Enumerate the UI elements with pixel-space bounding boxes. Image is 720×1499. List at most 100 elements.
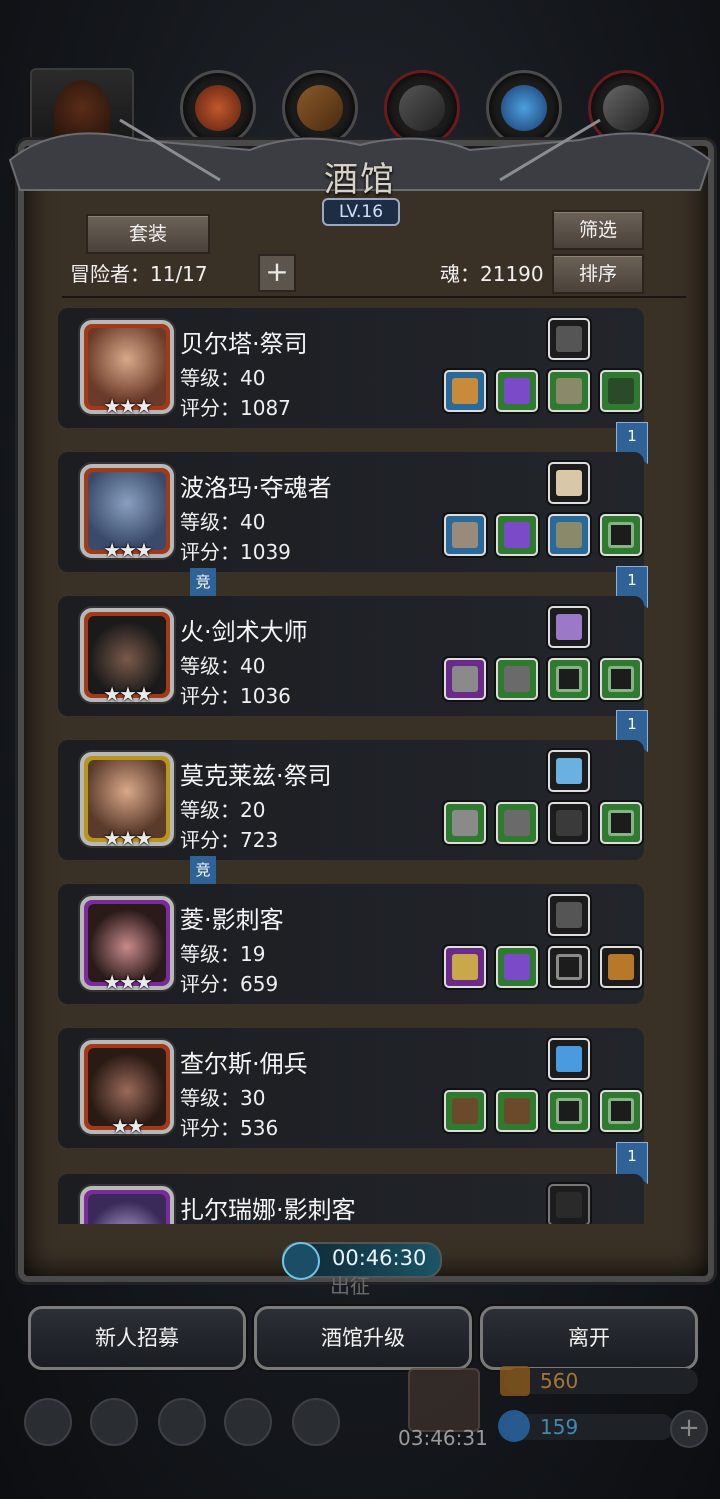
weapon-slot[interactable] xyxy=(444,1090,486,1132)
ring-slot[interactable] xyxy=(548,946,590,988)
hero-level: 等级：40 xyxy=(180,510,266,534)
armor-slot[interactable] xyxy=(496,514,538,556)
hero-card[interactable]: ★★ 查尔斯·佣兵 等级：30 评分：536 xyxy=(58,1028,644,1148)
sort-button[interactable]: 排序 xyxy=(552,254,644,294)
hero-list[interactable]: ★★★ 贝尔塔·祭司 等级：40 评分：1087 1 ★★★ 波洛玛·夺魂者 等… xyxy=(58,300,686,1224)
hero-name: 扎尔瑞娜·影刺客 xyxy=(180,1196,356,1224)
skill-slot[interactable] xyxy=(548,1038,590,1080)
wood-tab-icon[interactable] xyxy=(282,70,358,146)
hero-card[interactable]: ★★★ 波洛玛·夺魂者 等级：40 评分：1039 xyxy=(58,452,644,572)
top-tab-bar xyxy=(0,60,720,164)
ring-slot[interactable] xyxy=(600,802,642,844)
gold-amount: 560 xyxy=(540,1369,579,1393)
hero-name: 贝尔塔·祭司 xyxy=(180,330,308,358)
filter-button[interactable]: 筛选 xyxy=(552,210,644,250)
hero-score: 评分：1039 xyxy=(180,540,291,564)
gift-timer: 03:46:31 xyxy=(398,1426,488,1450)
armor-slot[interactable] xyxy=(496,1090,538,1132)
hero-name: 菱·影刺客 xyxy=(180,906,284,934)
skill-slot[interactable] xyxy=(548,606,590,648)
armor-slot[interactable] xyxy=(496,946,538,988)
hero-name: 莫克莱兹·祭司 xyxy=(180,762,332,790)
mail-icon[interactable] xyxy=(224,1398,272,1446)
skill-slot[interactable] xyxy=(548,318,590,360)
hero-level: 等级：19 xyxy=(180,942,266,966)
weapon-slot[interactable] xyxy=(444,946,486,988)
hero-level: 等级：40 xyxy=(180,366,266,390)
hero-level: 等级：20 xyxy=(180,798,266,822)
weapon-slot[interactable] xyxy=(444,514,486,556)
gem-icon xyxy=(498,1410,530,1442)
empty-skill-slot[interactable] xyxy=(548,1184,590,1224)
guild-icon[interactable] xyxy=(158,1398,206,1446)
armor-slot[interactable] xyxy=(496,802,538,844)
accessory-slot[interactable] xyxy=(600,370,642,412)
hero-card[interactable]: ★★★ 莫克莱兹·祭司 等级：20 评分：723 xyxy=(58,740,644,860)
ring-slot[interactable] xyxy=(600,514,642,556)
ring-slot[interactable] xyxy=(600,658,642,700)
glove-slot[interactable] xyxy=(548,370,590,412)
crystal-tab-icon[interactable] xyxy=(486,70,562,146)
expedition-label: 出征 xyxy=(330,1274,370,1298)
tavern-level-badge: LV.16 xyxy=(322,198,400,226)
weapon-slot[interactable] xyxy=(444,658,486,700)
armor-slot[interactable] xyxy=(496,370,538,412)
adventurer-count: 冒险者：11/17 xyxy=(70,262,208,286)
hero-score: 评分：1087 xyxy=(180,396,291,420)
iron-tab-icon[interactable] xyxy=(384,70,460,146)
soul-count: 魂：21190 xyxy=(440,262,544,286)
star-rating: ★★ xyxy=(111,1114,145,1138)
star-rating: ★★★ xyxy=(103,394,153,418)
gold-icon xyxy=(500,1366,530,1396)
add-adventurer-button[interactable]: + xyxy=(258,254,296,292)
star-rating: ★★★ xyxy=(103,538,153,562)
rank-icon[interactable] xyxy=(90,1398,138,1446)
glove-slot[interactable] xyxy=(548,514,590,556)
hero-level: 等级：30 xyxy=(180,1086,266,1110)
hero-card[interactable]: 扎尔瑞娜·影刺客 xyxy=(58,1174,644,1224)
hero-score: 评分：1036 xyxy=(180,684,291,708)
leave-button[interactable]: 离开 xyxy=(480,1306,698,1370)
star-rating: ★★★ xyxy=(103,826,153,850)
potion-tab-icon[interactable] xyxy=(180,70,256,146)
chest-slot[interactable] xyxy=(600,946,642,988)
armor-slot[interactable] xyxy=(496,658,538,700)
hero-name: 查尔斯·佣兵 xyxy=(180,1050,308,1078)
clock-icon xyxy=(282,1242,320,1280)
hero-portrait xyxy=(80,1186,174,1224)
settings-icon[interactable] xyxy=(24,1398,72,1446)
hero-score: 评分：723 xyxy=(180,828,279,852)
hero-name: 火·剑术大师 xyxy=(180,618,308,646)
competitive-badge: 竞 xyxy=(190,568,216,596)
star-rating: ★★★ xyxy=(103,682,153,706)
build-icon[interactable] xyxy=(292,1398,340,1446)
hero-card[interactable]: ★★★ 火·剑术大师 等级：40 评分：1036 xyxy=(58,596,644,716)
header-divider xyxy=(62,296,686,298)
add-gem-button[interactable]: + xyxy=(670,1410,708,1448)
suit-button[interactable]: 套装 xyxy=(86,214,210,254)
skill-slot[interactable] xyxy=(548,894,590,936)
hero-card[interactable]: ★★★ 贝尔塔·祭司 等级：40 评分：1087 xyxy=(58,308,644,428)
hero-card[interactable]: ★★★ 菱·影刺客 等级：19 评分：659 xyxy=(58,884,644,1004)
timer-text: 00:46:30 xyxy=(332,1246,427,1270)
accessory-slot[interactable] xyxy=(548,802,590,844)
metal-tab-icon[interactable] xyxy=(588,70,664,146)
hero-score: 评分：536 xyxy=(180,1116,279,1140)
ring-slot[interactable] xyxy=(548,1090,590,1132)
skill-slot[interactable] xyxy=(548,462,590,504)
ring-slot[interactable] xyxy=(548,658,590,700)
weapon-slot[interactable] xyxy=(444,802,486,844)
gem-amount: 159 xyxy=(540,1415,579,1439)
ring-slot[interactable] xyxy=(600,1090,642,1132)
gift-icon[interactable] xyxy=(408,1368,480,1432)
hero-score: 评分：659 xyxy=(180,972,279,996)
hero-level: 等级：40 xyxy=(180,654,266,678)
gold-bar xyxy=(504,1368,698,1394)
weapon-slot[interactable] xyxy=(444,370,486,412)
upgrade-tavern-button[interactable]: 酒馆升级 xyxy=(254,1306,472,1370)
skill-slot[interactable] xyxy=(548,750,590,792)
hero-name: 波洛玛·夺魂者 xyxy=(180,474,332,502)
recruit-button[interactable]: 新人招募 xyxy=(28,1306,246,1370)
star-rating: ★★★ xyxy=(103,970,153,994)
competitive-badge: 竞 xyxy=(190,856,216,884)
